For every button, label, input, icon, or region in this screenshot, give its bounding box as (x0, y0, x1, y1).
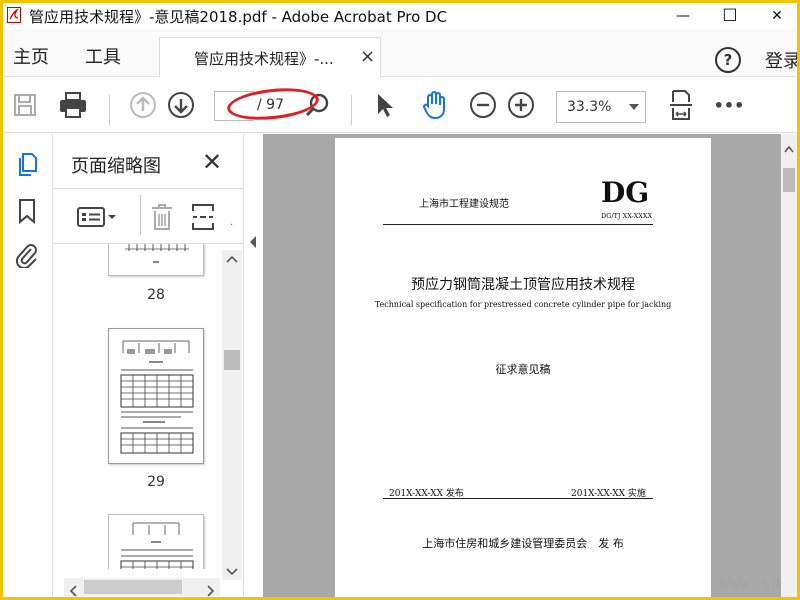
main-toolbar: / 97 33.3% ••• (3, 77, 797, 133)
insert-page-icon[interactable] (190, 203, 216, 235)
select-cursor-icon[interactable] (369, 89, 401, 121)
zoom-value: 33.3% (567, 99, 612, 115)
close-window-button[interactable]: ✕ (757, 3, 797, 29)
site-watermark: www.cn (719, 573, 781, 593)
document-title-cn: 预应力钢筒混凝土顶管应用技术规程 (411, 277, 635, 293)
next-page-icon[interactable] (165, 89, 197, 121)
previous-page-icon[interactable] (127, 89, 159, 121)
zoom-in-icon[interactable] (505, 89, 537, 121)
scrollbar-thumb[interactable] (224, 350, 240, 370)
header-rule (383, 224, 653, 225)
minimize-button[interactable]: — (663, 3, 703, 29)
delete-page-icon[interactable] (150, 203, 174, 235)
chevron-down-icon (629, 104, 639, 110)
fit-page-icon[interactable] (665, 89, 697, 121)
scroll-right-icon[interactable] (206, 582, 216, 597)
scroll-down-icon[interactable] (226, 562, 238, 581)
tab-home[interactable]: 主页 (13, 43, 49, 69)
page-thumbnails-panel: 页面缩略图 ✕ . 28 29 (54, 134, 244, 597)
tab-document[interactable]: 管应用技术规程》-... × (159, 37, 381, 77)
thumbnail-page-number: 29 (147, 474, 165, 490)
page-header-left: 上海市工程建设规范 (419, 199, 509, 210)
document-tab-close-button[interactable]: × (360, 46, 375, 67)
navigation-rail (3, 134, 53, 597)
page-thumbnails-icon[interactable] (12, 150, 42, 180)
scrollbar-thumb[interactable] (84, 580, 182, 594)
acrobat-app-icon (7, 7, 21, 23)
document-vertical-scrollbar[interactable] (781, 134, 797, 597)
maximize-button[interactable]: ☐ (710, 3, 750, 29)
document-view[interactable]: 上海市工程建设规范 DG DG/TJ XX-XXXX 预应力钢筒混凝土顶管应用技… (263, 134, 797, 597)
login-button[interactable]: 登录 (765, 47, 797, 73)
thumbnail-list: 28 29 (54, 244, 220, 569)
tab-tools[interactable]: 工具 (85, 43, 121, 69)
zoom-dropdown[interactable]: 33.3% (556, 91, 646, 123)
attachment-icon[interactable] (12, 240, 42, 270)
page-header-code: DG/TJ XX-XXXX (601, 212, 653, 220)
draft-label: 征求意见稿 (495, 363, 551, 376)
toolbar-separator (109, 95, 110, 125)
more-options-icon[interactable]: . (230, 217, 233, 228)
collapse-panel-handle[interactable] (247, 234, 259, 248)
help-icon[interactable]: ? (715, 47, 741, 73)
more-tools-icon[interactable]: ••• (713, 89, 745, 121)
scrollbar-thumb[interactable] (783, 168, 795, 192)
hand-tool-icon[interactable] (419, 89, 451, 121)
tab-bar: 主页 工具 管应用技术规程》-... × ? 登录 (3, 29, 797, 77)
document-tab-label: 管应用技术规程》-... (194, 50, 334, 68)
publisher-line: 上海市住房和城乡建设管理委员会 发 布 (422, 537, 624, 550)
scroll-left-icon[interactable] (68, 582, 78, 597)
document-title-en: Technical specification for prestressed … (374, 300, 672, 309)
panel-separator (140, 195, 141, 235)
footer-rule (383, 498, 653, 499)
toolbar-separator (351, 95, 352, 125)
close-panel-button[interactable]: ✕ (202, 148, 222, 176)
panel-title: 页面缩略图 (71, 156, 161, 177)
panel-toolbar: . (54, 188, 244, 244)
thumbnail-vertical-scrollbar[interactable] (222, 250, 242, 580)
page-thumbnail[interactable] (108, 244, 204, 276)
acrobat-window: 管应用技术规程》-意见稿2018.pdf - Adobe Acrobat Pro… (3, 3, 797, 597)
page-thumbnail[interactable] (108, 328, 204, 464)
zoom-out-icon[interactable] (467, 89, 499, 121)
window-title: 管应用技术规程》-意见稿2018.pdf - Adobe Acrobat Pro… (29, 8, 448, 26)
pdf-page: 上海市工程建设规范 DG DG/TJ XX-XXXX 预应力钢筒混凝土顶管应用技… (335, 138, 711, 597)
bookmark-icon[interactable] (12, 196, 42, 226)
scroll-up-icon[interactable] (784, 138, 794, 157)
save-icon[interactable] (9, 89, 41, 121)
thumbnail-horizontal-scrollbar[interactable] (64, 578, 220, 597)
page-header-logo: DG (601, 176, 650, 209)
scroll-up-icon[interactable] (226, 254, 238, 267)
print-icon[interactable] (57, 89, 89, 121)
options-menu-icon[interactable] (76, 205, 126, 233)
page-thumbnail[interactable] (108, 514, 204, 569)
title-bar: 管应用技术规程》-意见稿2018.pdf - Adobe Acrobat Pro… (3, 3, 797, 29)
thumbnail-page-number: 28 (147, 287, 165, 303)
